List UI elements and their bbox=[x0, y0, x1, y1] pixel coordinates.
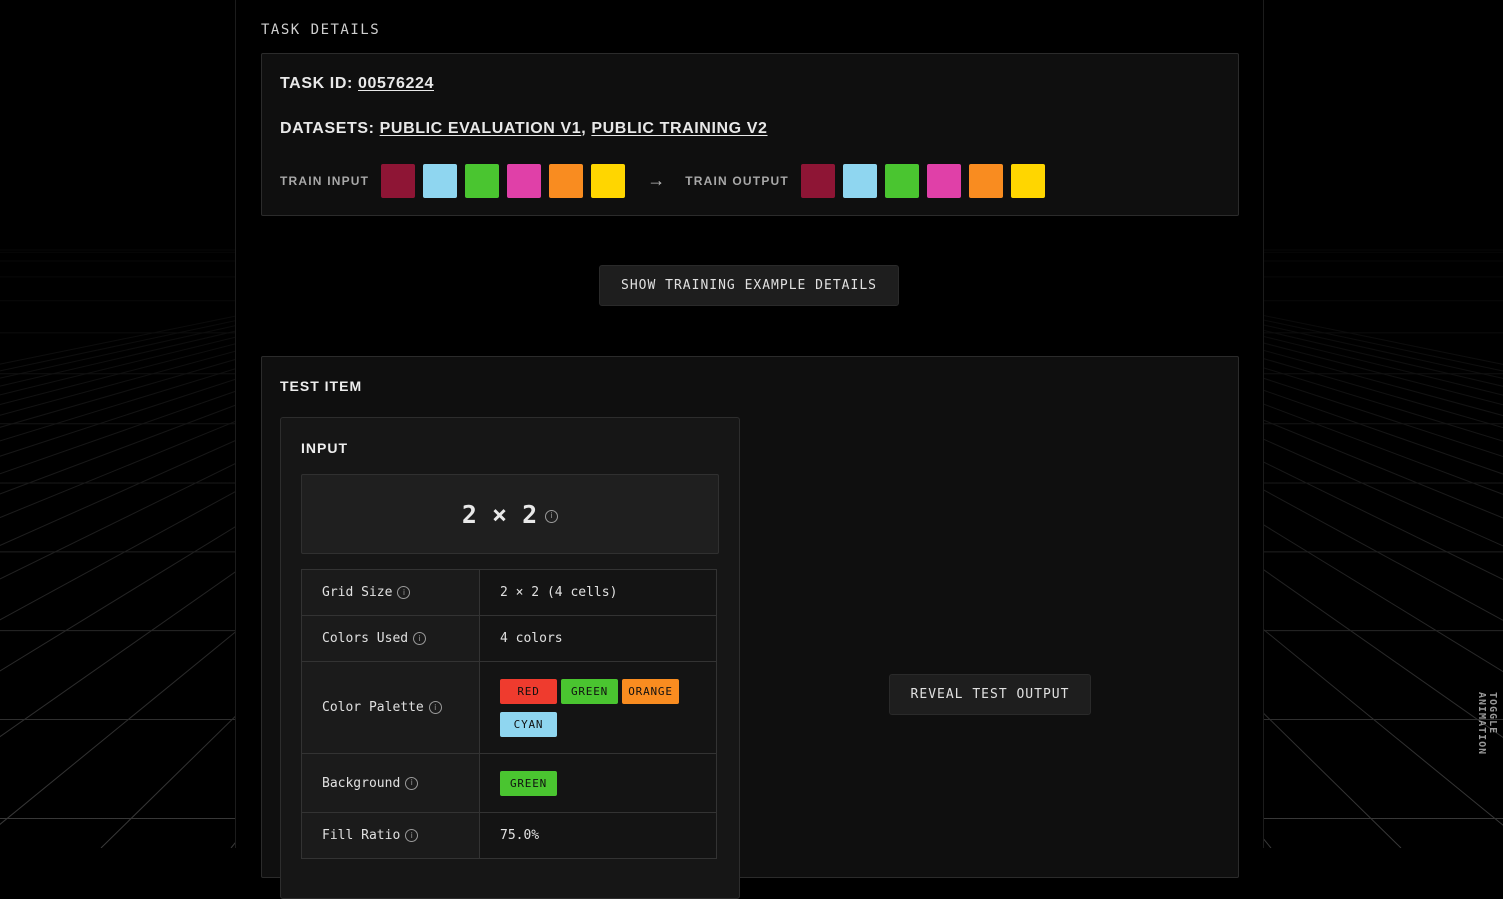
stats-row: Color Palette i RED GREEN ORANGE CYAN bbox=[301, 661, 717, 754]
test-item-card: TEST ITEM INPUT 2 × 2 i Grid Size i 2 × 2 … bbox=[261, 356, 1239, 899]
color-swatch bbox=[423, 163, 458, 198]
info-icon[interactable]: i bbox=[413, 632, 427, 645]
show-training-details-button[interactable]: SHOW TRAINING EXAMPLE DETAILS bbox=[599, 265, 899, 306]
stats-row: Background i GREEN bbox=[301, 753, 717, 813]
section-title: TASK DETAILS bbox=[261, 22, 381, 38]
info-icon[interactable]: i bbox=[405, 776, 419, 790]
info-icon[interactable]: i bbox=[397, 586, 411, 599]
color-swatch bbox=[884, 163, 919, 198]
stats-key-label: Background bbox=[322, 775, 401, 791]
color-swatch bbox=[381, 163, 416, 198]
main-column: TASK DETAILS TASK ID: 00576224 DATASETS:… bbox=[235, 0, 1264, 899]
color-swatch bbox=[800, 163, 835, 198]
stats-key-label: Color Palette bbox=[322, 700, 424, 715]
input-panel: INPUT 2 × 2 i Grid Size i 2 × 2 (4 cells) C… bbox=[280, 417, 740, 899]
stats-value: 2 × 2 (4 cells) bbox=[479, 569, 717, 616]
stats-key-label: Colors Used bbox=[322, 631, 409, 646]
color-swatch bbox=[549, 163, 584, 198]
train-input-swatches bbox=[381, 163, 633, 198]
color-swatch bbox=[591, 163, 626, 198]
color-chip: ORANGE bbox=[622, 678, 679, 704]
train-output-swatches bbox=[800, 163, 1053, 198]
grid-dimensions-value: 2 × 2 bbox=[461, 499, 538, 529]
stats-key: Background i bbox=[301, 753, 480, 813]
color-chip: GREEN bbox=[500, 770, 557, 796]
color-swatch bbox=[507, 163, 542, 198]
info-icon[interactable]: i bbox=[545, 509, 559, 523]
train-input-label: TRAIN INPUT bbox=[280, 173, 370, 188]
dataset-link[interactable]: PUBLIC TRAINING V2 bbox=[591, 120, 767, 137]
datasets-label: DATASETS: bbox=[280, 120, 375, 137]
task-id-label: TASK ID: bbox=[280, 75, 353, 92]
reveal-test-output-button[interactable]: REVEAL TEST OUTPUT bbox=[889, 674, 1091, 715]
test-item-title: TEST ITEM bbox=[280, 378, 363, 394]
info-icon[interactable]: i bbox=[405, 829, 419, 842]
dataset-separator: , bbox=[581, 120, 587, 137]
train-example-row[interactable]: TRAIN INPUT → TRAIN OUTPUT bbox=[280, 163, 1053, 198]
arrow-right-icon: → bbox=[647, 170, 666, 190]
color-swatch bbox=[926, 163, 961, 198]
color-chip: CYAN bbox=[500, 711, 557, 737]
grid-dimensions: 2 × 2 i bbox=[301, 474, 719, 554]
stats-value: 4 colors bbox=[479, 615, 717, 662]
stats-key-label: Grid Size bbox=[322, 585, 393, 600]
train-output-label: TRAIN OUTPUT bbox=[685, 173, 789, 188]
stats-table: Grid Size i 2 × 2 (4 cells) Colors Used i 4 c… bbox=[301, 569, 717, 859]
color-swatch bbox=[968, 163, 1003, 198]
stats-key: Grid Size i bbox=[301, 569, 480, 616]
task-details-card: TASK ID: 00576224 DATASETS: PUBLIC EVALU… bbox=[261, 53, 1239, 216]
color-swatch bbox=[1010, 163, 1045, 198]
color-swatch bbox=[842, 163, 877, 198]
stats-key: Color Palette i bbox=[301, 661, 480, 754]
stats-value: 75.0% bbox=[479, 812, 717, 859]
info-icon[interactable]: i bbox=[428, 701, 442, 714]
toggle-animation-button[interactable]: TOGGLE ANIMATION bbox=[1476, 692, 1498, 792]
color-swatch bbox=[465, 163, 500, 198]
stats-row: Fill Ratio i 75.0% bbox=[301, 812, 717, 859]
color-chip: GREEN bbox=[561, 678, 618, 704]
input-title: INPUT bbox=[301, 440, 348, 456]
color-chip: RED bbox=[500, 678, 557, 704]
task-id-link[interactable]: 00576224 bbox=[358, 75, 434, 92]
stats-value: GREEN bbox=[479, 753, 717, 813]
task-id-line: TASK ID: 00576224 bbox=[280, 75, 434, 93]
stats-row: Colors Used i 4 colors bbox=[301, 615, 717, 662]
stats-key: Fill Ratio i bbox=[301, 812, 480, 859]
stats-key: Colors Used i bbox=[301, 615, 480, 662]
dataset-link[interactable]: PUBLIC EVALUATION V1 bbox=[380, 120, 582, 137]
stats-key-label: Fill Ratio bbox=[322, 828, 401, 843]
stats-value: RED GREEN ORANGE CYAN bbox=[479, 661, 717, 754]
stats-row: Grid Size i 2 × 2 (4 cells) bbox=[301, 569, 717, 616]
datasets-line: DATASETS: PUBLIC EVALUATION V1, PUBLIC T… bbox=[280, 120, 768, 138]
